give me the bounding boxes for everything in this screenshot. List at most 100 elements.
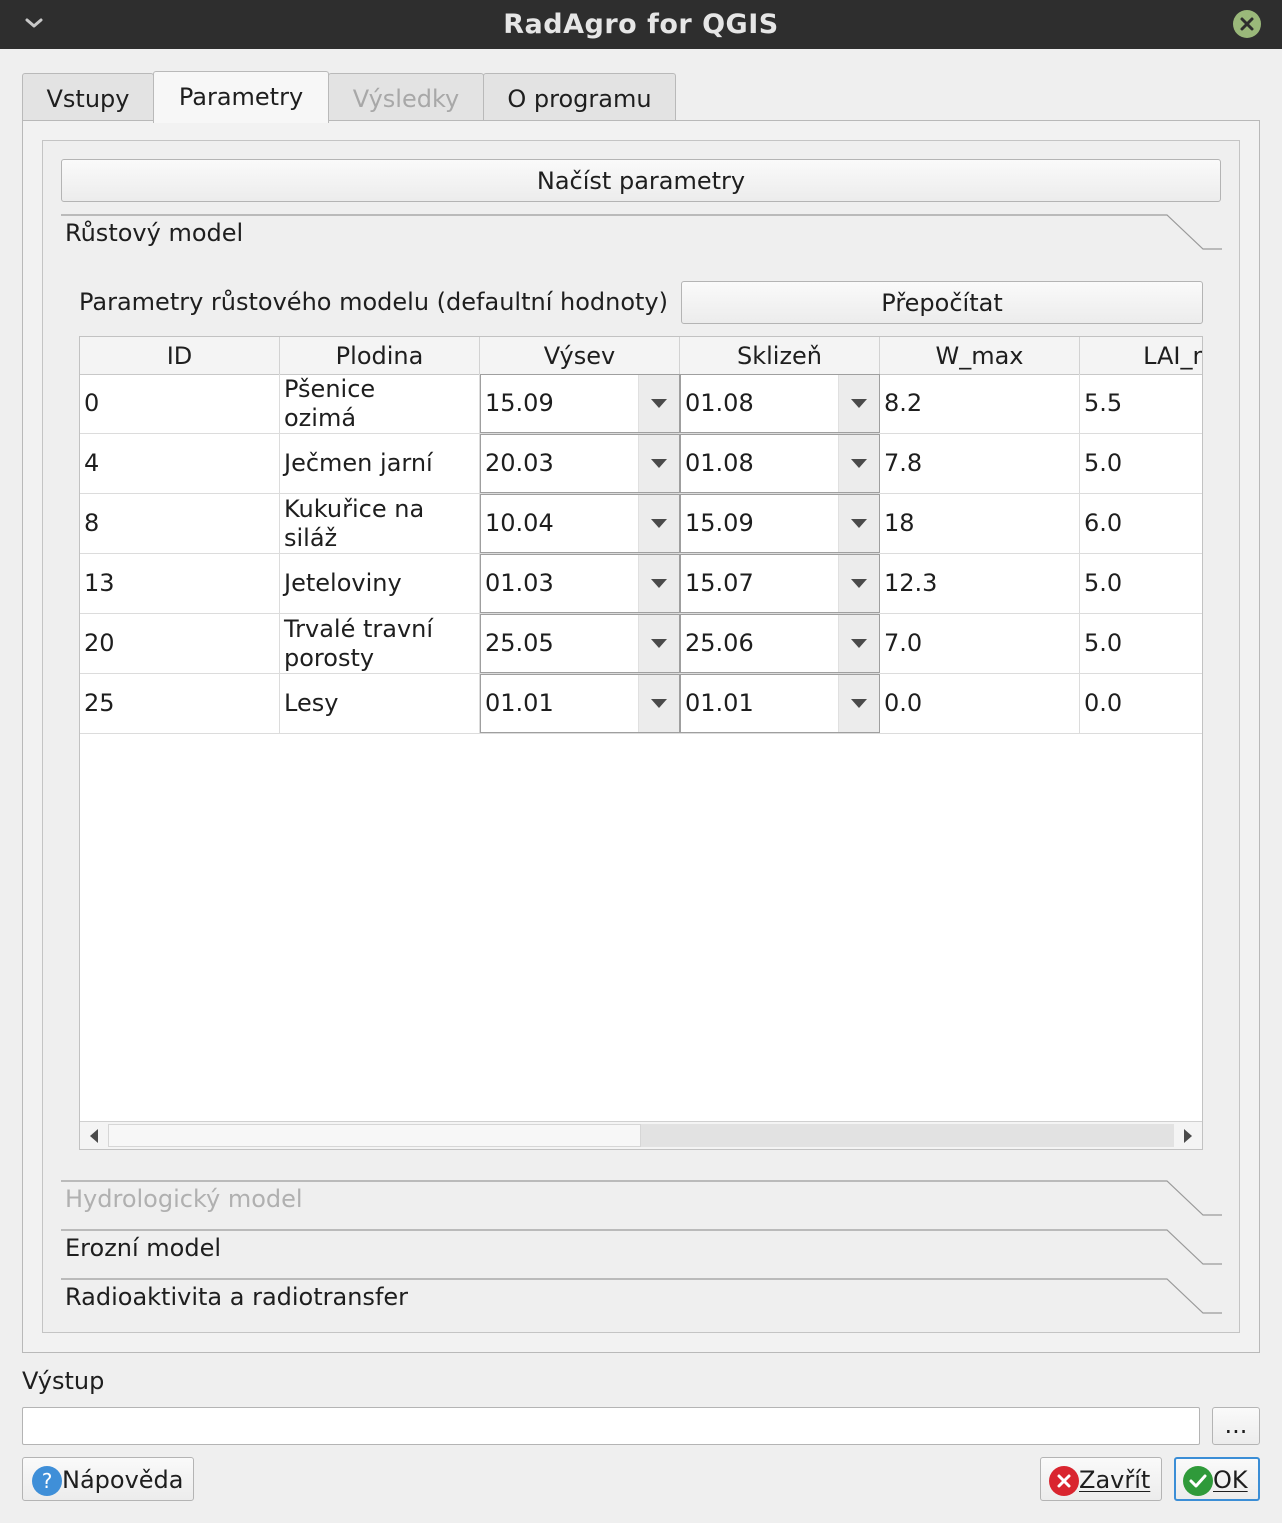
load-parameters-button[interactable]: Načíst parametry (61, 159, 1221, 202)
cell-crop[interactable]: Kukuřice na siláž (280, 494, 480, 553)
cell-crop[interactable]: Jeteloviny (280, 554, 480, 613)
cell-lai-m[interactable]: 5.0 (1080, 554, 1202, 613)
tab-o-programu[interactable]: O programu (483, 73, 676, 121)
harvest-date-combobox[interactable]: 01.01 (680, 674, 880, 733)
cell-id[interactable]: 25 (80, 674, 280, 733)
cell-id-text: 13 (84, 569, 115, 597)
sowing-date-combobox[interactable]: 25.05 (480, 614, 680, 673)
erosion-section-divider (61, 1229, 1222, 1265)
cell-w-max[interactable]: 12.3 (880, 554, 1080, 613)
harvest-date-value: 15.09 (685, 509, 754, 537)
dropdown-arrow-icon[interactable] (638, 495, 679, 552)
table-row[interactable]: 20 Trvalé travní porosty 25.05 25.06 7.0 5.0 (80, 614, 1202, 674)
cell-w-max[interactable]: 0.0 (880, 674, 1080, 733)
section-erosion-model[interactable]: Erozní model (65, 1232, 221, 1264)
cell-id-text: 25 (84, 689, 115, 717)
cell-crop[interactable]: Lesy (280, 674, 480, 733)
cell-lai-m[interactable]: 5.5 (1080, 374, 1202, 433)
table-row[interactable]: 8 Kukuřice na siláž 10.04 15.09 18 6.0 (80, 494, 1202, 554)
cell-id[interactable]: 8 (80, 494, 280, 553)
column-header-lai-m[interactable]: LAI_m (1080, 337, 1202, 374)
scrollbar-thumb[interactable] (641, 1124, 1174, 1147)
section-growth-model[interactable]: Růstový model (65, 217, 243, 249)
cell-crop[interactable]: Trvalé travní porosty (280, 614, 480, 673)
harvest-date-combobox[interactable]: 25.06 (680, 614, 880, 673)
tab-label: Vstupy (46, 85, 130, 113)
table-row[interactable]: 0 Pšenice ozimá 15.09 01.08 8.2 5.5 (80, 374, 1202, 434)
cell-lai-m-text: 5.0 (1084, 569, 1123, 597)
cell-lai-m[interactable]: 6.0 (1080, 494, 1202, 553)
scroll-left-icon[interactable] (88, 1129, 100, 1143)
cell-w-max[interactable]: 8.2 (880, 374, 1080, 433)
table-row[interactable]: 25 Lesy 01.01 01.01 0.0 0.0 (80, 674, 1202, 734)
cell-id[interactable]: 13 (80, 554, 280, 613)
harvest-date-combobox[interactable]: 15.07 (680, 554, 880, 613)
dropdown-arrow-icon[interactable] (638, 675, 679, 732)
cell-id[interactable]: 20 (80, 614, 280, 673)
check-icon (1183, 1466, 1213, 1496)
sowing-date-combobox[interactable]: 10.04 (480, 494, 680, 553)
column-header-id[interactable]: ID (80, 337, 280, 374)
table-row[interactable]: 4 Ječmen jarní 20.03 01.08 7.8 5.0 (80, 434, 1202, 494)
tab-label: O programu (507, 85, 652, 113)
output-path-input[interactable] (22, 1407, 1200, 1445)
dropdown-arrow-icon[interactable] (838, 375, 879, 432)
dropdown-arrow-icon[interactable] (838, 435, 879, 492)
column-header-plodina[interactable]: Plodina (280, 337, 480, 374)
close-label: Zavřít (1079, 1466, 1151, 1494)
sowing-date-value: 15.09 (485, 389, 554, 417)
dropdown-arrow-icon[interactable] (838, 495, 879, 552)
scrollbar-track-left[interactable] (108, 1124, 641, 1147)
cell-id[interactable]: 4 (80, 434, 280, 493)
horizontal-scrollbar[interactable] (80, 1121, 1202, 1149)
dropdown-arrow-icon[interactable] (638, 435, 679, 492)
table-row[interactable]: 13 Jeteloviny 01.03 15.07 12.3 5.0 (80, 554, 1202, 614)
sowing-date-combobox[interactable]: 15.09 (480, 374, 680, 433)
dropdown-arrow-icon[interactable] (838, 555, 879, 612)
cell-w-max-text: 0.0 (884, 689, 923, 717)
sowing-date-combobox[interactable]: 01.03 (480, 554, 680, 613)
tab-vysledky: Výsledky (328, 73, 484, 121)
help-button[interactable]: ? Nápověda (22, 1457, 194, 1501)
harvest-date-combobox[interactable]: 15.09 (680, 494, 880, 553)
harvest-date-combobox[interactable]: 01.08 (680, 374, 880, 433)
cell-lai-m[interactable]: 5.0 (1080, 614, 1202, 673)
browse-output-button[interactable]: ... (1212, 1407, 1260, 1445)
help-label: Nápověda (62, 1466, 184, 1494)
column-header-vysev[interactable]: Výsev (480, 337, 680, 374)
cell-crop[interactable]: Pšenice ozimá (280, 374, 480, 433)
cell-crop[interactable]: Ječmen jarní (280, 434, 480, 493)
cell-id[interactable]: 0 (80, 374, 280, 433)
dropdown-arrow-icon[interactable] (638, 555, 679, 612)
tab-parametry[interactable]: Parametry (153, 71, 329, 123)
recalculate-button[interactable]: Přepočítat (681, 281, 1203, 324)
cell-id-text: 4 (84, 449, 100, 477)
cell-w-max-text: 18 (884, 509, 915, 537)
dropdown-arrow-icon[interactable] (638, 615, 679, 672)
sowing-date-combobox[interactable]: 01.01 (480, 674, 680, 733)
harvest-date-value: 01.01 (685, 689, 754, 717)
tab-vstupy[interactable]: Vstupy (22, 73, 154, 121)
scroll-right-icon[interactable] (1182, 1129, 1194, 1143)
cell-lai-m-text: 5.5 (1084, 389, 1123, 417)
dropdown-arrow-icon[interactable] (638, 375, 679, 432)
cell-crop-text: Lesy (284, 689, 339, 717)
sowing-date-value: 20.03 (485, 449, 554, 477)
sowing-date-combobox[interactable]: 20.03 (480, 434, 680, 493)
column-header-sklizen[interactable]: Sklizeň (680, 337, 880, 374)
cell-lai-m[interactable]: 5.0 (1080, 434, 1202, 493)
help-icon: ? (32, 1466, 62, 1496)
cell-w-max[interactable]: 7.8 (880, 434, 1080, 493)
section-radioactivity[interactable]: Radioaktivita a radiotransfer (65, 1281, 408, 1313)
close-button[interactable]: Zavřít (1040, 1457, 1162, 1501)
column-header-w-max[interactable]: W_max (880, 337, 1080, 374)
dropdown-arrow-icon[interactable] (838, 675, 879, 732)
cell-w-max[interactable]: 7.0 (880, 614, 1080, 673)
ok-button[interactable]: OK (1174, 1457, 1260, 1501)
window-close-icon[interactable] (1233, 10, 1261, 38)
cell-lai-m[interactable]: 0.0 (1080, 674, 1202, 733)
harvest-date-combobox[interactable]: 01.08 (680, 434, 880, 493)
dropdown-arrow-icon[interactable] (838, 615, 879, 672)
cell-w-max[interactable]: 18 (880, 494, 1080, 553)
cell-lai-m-text: 6.0 (1084, 509, 1123, 537)
